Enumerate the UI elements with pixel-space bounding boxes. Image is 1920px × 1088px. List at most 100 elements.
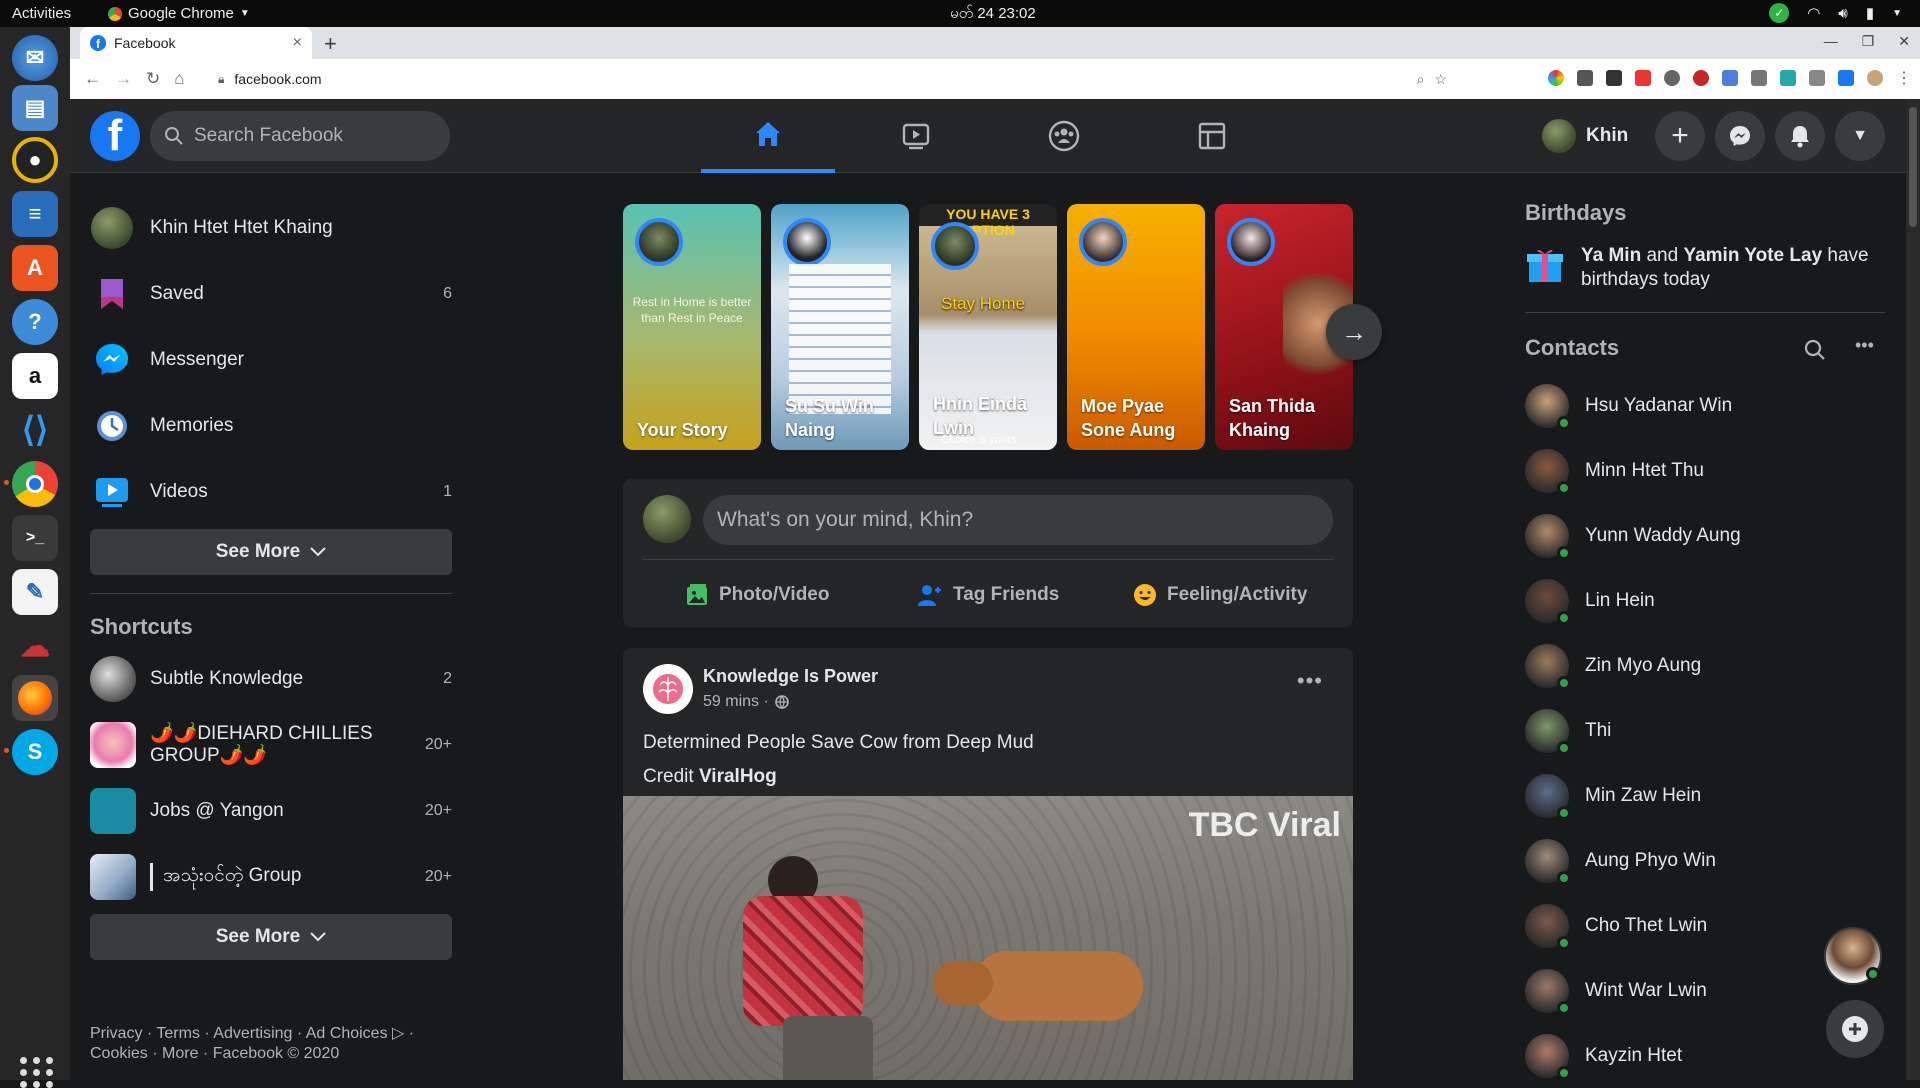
back-icon[interactable]: ←: [84, 69, 101, 89]
birthday-name[interactable]: Ya Min: [1581, 245, 1641, 266]
search-icon[interactable]: [1804, 339, 1826, 361]
chrome-menu-icon[interactable]: ⋮: [1896, 68, 1912, 88]
search-box[interactable]: [150, 111, 450, 161]
story-card-own[interactable]: Rest in Home is better than Rest in Peac…: [623, 204, 761, 450]
messenger-button[interactable]: [1715, 111, 1765, 161]
firefox-icon[interactable]: [12, 675, 58, 721]
close-tab-icon[interactable]: ×: [293, 34, 302, 52]
search-input[interactable]: [194, 125, 414, 147]
extension-icon[interactable]: [1577, 70, 1593, 86]
shortcuts-see-more-button[interactable]: See More: [90, 914, 452, 960]
help-icon[interactable]: ?: [12, 299, 58, 345]
sidebar-item-messenger[interactable]: Messenger: [90, 327, 452, 393]
clock[interactable]: မတ် 24 23:02: [950, 4, 1036, 26]
chat-head-avatar[interactable]: [1824, 927, 1882, 985]
zoom-icon[interactable]: ⌕: [1417, 71, 1425, 88]
birthday-notice[interactable]: Ya Min and Yamin Yote Lay have birthdays…: [1525, 244, 1885, 292]
sidebar-item-memories[interactable]: Memories: [90, 393, 452, 459]
notifications-button[interactable]: [1775, 111, 1825, 161]
writer-icon[interactable]: ≡: [12, 191, 58, 237]
page-avatar[interactable]: [643, 664, 693, 714]
bookmark-star-icon[interactable]: ☆: [1434, 71, 1447, 88]
address-bar[interactable]: 🔒︎ facebook.com ⌕ ☆: [210, 64, 1455, 94]
amazon-icon[interactable]: a: [12, 353, 58, 399]
tab-facebook[interactable]: f Facebook ×: [80, 27, 312, 59]
post-video[interactable]: TBC Viral: [623, 796, 1353, 1080]
contact-item[interactable]: Yunn Waddy Aung: [1525, 503, 1885, 568]
extension-icon[interactable]: [1548, 70, 1564, 86]
extension-icon[interactable]: [1693, 70, 1709, 86]
extension-icon[interactable]: [1635, 70, 1651, 86]
contact-item[interactable]: Minn Htet Thu: [1525, 438, 1885, 503]
volume-icon[interactable]: 🔊︎: [1838, 5, 1847, 22]
photo-video-button[interactable]: Photo/Video: [685, 575, 829, 615]
app-menu[interactable]: Google Chrome ▼: [108, 5, 250, 22]
files-icon[interactable]: ▤: [12, 85, 58, 131]
story-card[interactable]: Moe Pyae Sone Aung: [1067, 204, 1205, 450]
shortcut-item[interactable]: 🌶️🌶️DIEHARD CHILLIES GROUP🌶️🌶️ 20+: [90, 712, 452, 778]
contact-item[interactable]: Thi: [1525, 698, 1885, 763]
story-card[interactable]: Su Su Win Naing: [771, 204, 909, 450]
extension-icon[interactable]: [1664, 70, 1680, 86]
feeling-activity-button[interactable]: Feeling/Activity: [1133, 575, 1307, 615]
software-center-icon[interactable]: A: [12, 245, 58, 291]
terminal-icon[interactable]: >_: [12, 515, 58, 561]
contact-item[interactable]: Lin Hein: [1525, 568, 1885, 633]
forward-icon[interactable]: →: [115, 69, 132, 89]
shortcut-item[interactable]: Jobs @ Yangon 20+: [90, 778, 452, 844]
restore-icon[interactable]: ❐: [1862, 33, 1875, 50]
birthday-name[interactable]: Yamin Yote Lay: [1683, 245, 1822, 266]
tab-groups[interactable]: [997, 99, 1131, 173]
credit-link[interactable]: ViralHog: [699, 766, 777, 787]
vscode-icon[interactable]: ⟨⟩: [12, 407, 58, 453]
next-stories-button[interactable]: →: [1326, 304, 1382, 360]
rhythmbox-icon[interactable]: ●: [12, 137, 58, 183]
tab-watch[interactable]: [849, 99, 983, 173]
skype-icon[interactable]: S: [12, 729, 58, 775]
backup-icon[interactable]: ☁: [12, 623, 58, 669]
contact-item[interactable]: Hsu Yadanar Win: [1525, 373, 1885, 438]
tab-gaming[interactable]: [1145, 99, 1279, 173]
facebook-extension-icon[interactable]: [1838, 70, 1854, 86]
avatar[interactable]: [643, 495, 691, 543]
status-check-icon[interactable]: ✓: [1769, 3, 1790, 23]
shortcut-item[interactable]: Subtle Knowledge 2: [90, 646, 452, 712]
minimize-icon[interactable]: —: [1824, 33, 1838, 50]
thunderbird-icon[interactable]: ✉: [12, 35, 58, 81]
story-card[interactable]: YOU HAVE 3 OPTION Stay Home Hnin Eindā L…: [919, 204, 1057, 450]
shortcut-item[interactable]: အသုံးဝင်တဲ့ Group 20+: [90, 844, 452, 910]
close-window-icon[interactable]: ✕: [1898, 33, 1910, 50]
extension-icon[interactable]: [1722, 70, 1738, 86]
home-icon[interactable]: ⌂: [174, 69, 184, 89]
scrollbar-thumb[interactable]: [1909, 107, 1917, 227]
post-options-button[interactable]: •••: [1297, 668, 1323, 694]
activities-button[interactable]: Activities: [12, 5, 71, 22]
extension-icon[interactable]: [1751, 70, 1767, 86]
show-apps-icon[interactable]: [20, 1057, 54, 1088]
profile-avatar-icon[interactable]: [1867, 70, 1883, 86]
contact-item[interactable]: Zin Myo Aung: [1525, 633, 1885, 698]
composer-input[interactable]: What's on your mind, Khin?: [703, 495, 1333, 545]
footer-line[interactable]: Privacy · Terms · Advertising · Ad Choic…: [90, 1024, 460, 1044]
text-editor-icon[interactable]: ✎: [12, 569, 58, 615]
post-time[interactable]: 59 mins ·: [703, 693, 769, 711]
extension-icon[interactable]: [1606, 70, 1622, 86]
reload-icon[interactable]: ↻: [146, 69, 160, 89]
sidebar-item-videos[interactable]: Videos 1: [90, 459, 452, 525]
extension-icon[interactable]: [1809, 70, 1825, 86]
contact-item[interactable]: Aung Phyo Win: [1525, 828, 1885, 893]
extension-icon[interactable]: [1780, 70, 1796, 86]
contact-item[interactable]: Min Zaw Hein: [1525, 763, 1885, 828]
see-more-button[interactable]: See More: [90, 529, 452, 575]
tag-friends-button[interactable]: Tag Friends: [917, 575, 1059, 615]
tab-home[interactable]: [701, 99, 835, 173]
more-options-icon[interactable]: •••: [1855, 335, 1874, 356]
profile-shortcut[interactable]: Khin: [1542, 115, 1628, 157]
account-menu-button[interactable]: ▼: [1835, 111, 1885, 161]
sidebar-item-profile[interactable]: Khin Htet Htet Khaing: [90, 195, 452, 261]
power-menu-icon[interactable]: ▼: [1892, 8, 1902, 19]
footer-links[interactable]: Privacy · Terms · Advertising · Ad Choic…: [90, 1024, 460, 1064]
battery-icon[interactable]: ▮: [1866, 4, 1874, 22]
post-author[interactable]: Knowledge Is Power: [703, 666, 878, 687]
footer-line[interactable]: Cookies · More · Facebook © 2020: [90, 1044, 460, 1064]
